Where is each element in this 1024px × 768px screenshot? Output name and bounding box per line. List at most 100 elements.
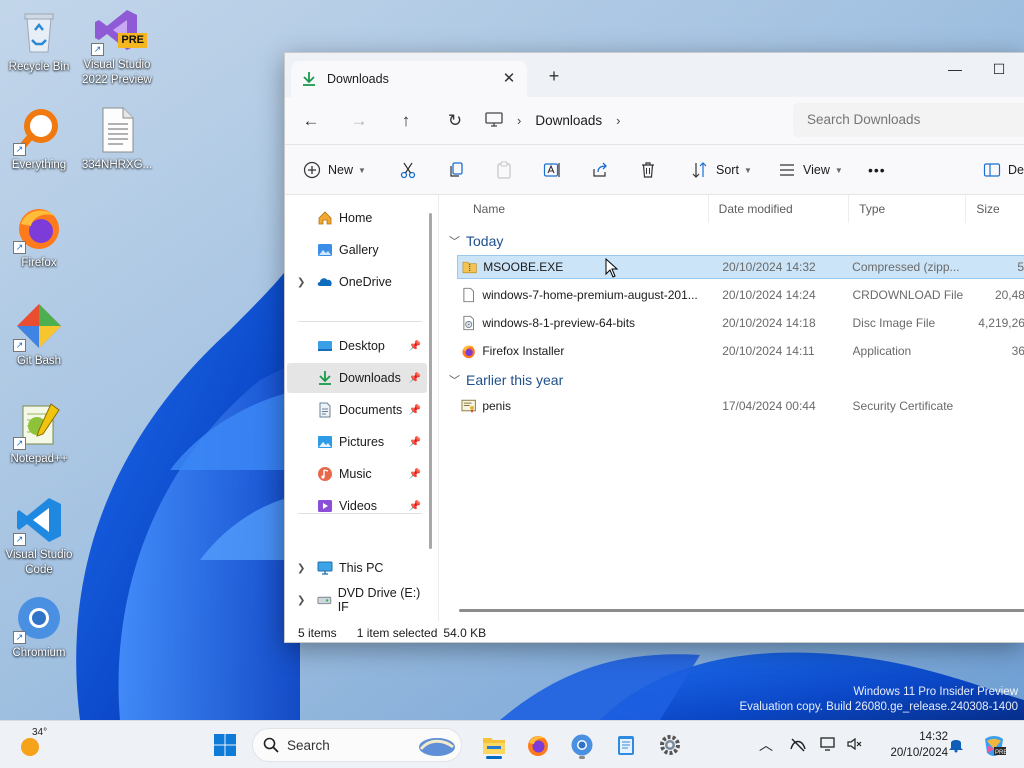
address-bar[interactable]: › Downloads › <box>485 103 785 137</box>
maximize-button[interactable]: ☐ <box>976 57 1022 85</box>
sun-icon <box>21 738 39 756</box>
network-icon[interactable] <box>788 735 808 755</box>
delete-button[interactable] <box>639 157 657 183</box>
column-header-name[interactable]: Name <box>439 195 709 223</box>
title-bar[interactable]: Downloads ✕ + — ☐ <box>285 53 1024 97</box>
taskbar-clock[interactable]: 14:32 20/10/2024 <box>872 729 948 761</box>
desktop-icon-label: Visual Studio 2022 Preview <box>82 59 152 86</box>
pc-icon <box>485 112 503 127</box>
cut-button[interactable] <box>399 157 417 183</box>
start-button[interactable] <box>209 729 241 761</box>
forward-button[interactable]: → <box>345 107 373 135</box>
desktop-icon-recycle-bin[interactable]: Recycle Bin <box>0 8 78 75</box>
group-header-earlier-this-year[interactable]: ﹀ Earlier this year <box>449 368 563 392</box>
details-pane-button[interactable]: Details <box>983 157 1024 183</box>
new-button-label: New <box>328 163 354 177</box>
desktop-icon-everything[interactable]: ↗ Everything <box>0 106 78 173</box>
taskbar-settings[interactable] <box>654 729 686 761</box>
file-date: 20/10/2024 14:11 <box>722 344 815 358</box>
share-button[interactable] <box>591 157 609 183</box>
sidebar-item-label: Downloads <box>339 371 401 385</box>
chevron-right-icon[interactable]: ❯ <box>297 563 305 574</box>
file-row-firefox-installer[interactable]: Firefox Installer 20/10/2024 14:11 Appli… <box>457 339 1024 363</box>
desktop-icon-visual-studio-2022[interactable]: ↗ PRE Visual Studio 2022 Preview <box>78 6 156 88</box>
firefox-icon <box>528 736 548 756</box>
column-header-size[interactable]: Size <box>966 195 1024 223</box>
column-header-type[interactable]: Type <box>849 195 967 223</box>
more-options-button[interactable]: ••• <box>868 157 886 183</box>
sidebar-item-downloads[interactable]: Downloads 📌 <box>287 363 427 393</box>
paste-button[interactable] <box>495 157 513 183</box>
chevron-right-icon[interactable]: ❯ <box>297 277 305 288</box>
shortcut-arrow-icon: ↗ <box>13 241 26 254</box>
shortcut-arrow-icon: ↗ <box>13 533 26 546</box>
sidebar-item-home[interactable]: Home <box>287 203 427 233</box>
copy-button[interactable] <box>447 157 465 183</box>
chevron-down-icon: ▼ <box>358 165 366 175</box>
column-header-date[interactable]: Date modified <box>709 195 850 223</box>
file-date: 20/10/2024 14:24 <box>722 288 816 302</box>
new-tab-button[interactable]: + <box>543 65 565 87</box>
sidebar-item-videos[interactable]: Videos 📌 <box>287 491 427 521</box>
taskbar-notepad[interactable] <box>610 729 642 761</box>
status-bar: 5 items 1 item selected 54.0 KB <box>285 621 1024 642</box>
horizontal-scrollbar[interactable] <box>459 609 1024 612</box>
sidebar-item-onedrive[interactable]: ❯ OneDrive <box>287 267 427 297</box>
back-button[interactable]: ← <box>297 107 325 135</box>
desktop-icon-chromium[interactable]: ↗ Chromium <box>0 594 78 661</box>
text-file-icon <box>93 106 141 154</box>
details-pane-label: Details <box>1008 163 1024 177</box>
sidebar-item-label: OneDrive <box>339 275 392 289</box>
desktop-icon-firefox[interactable]: ↗ Firefox <box>0 204 78 271</box>
desktop-icon-git-bash[interactable]: ↗ Git Bash <box>0 302 78 369</box>
desktop-icon-label: Git Bash <box>16 355 62 367</box>
volume-muted-icon[interactable] <box>845 735 865 755</box>
sidebar-item-music[interactable]: Music 📌 <box>287 459 427 489</box>
details-pane-icon <box>983 163 1001 177</box>
sidebar-item-pictures[interactable]: Pictures 📌 <box>287 427 427 457</box>
search-input[interactable] <box>793 103 1024 137</box>
git-bash-icon: ↗ <box>13 302 63 352</box>
rename-button[interactable] <box>543 157 561 183</box>
new-button[interactable]: New ▼ <box>303 157 366 183</box>
desktop-icon-notepad-plus-plus[interactable]: ↗ Notepad++ <box>0 400 78 467</box>
breadcrumb-downloads[interactable]: Downloads <box>535 113 602 128</box>
copilot-button[interactable]: PRE <box>980 735 1008 756</box>
chevron-right-icon[interactable]: ❯ <box>297 595 305 606</box>
sidebar-item-gallery[interactable]: Gallery <box>287 235 427 265</box>
file-row-windows-7[interactable]: windows-7-home-premium-august-201... 20/… <box>457 283 1024 307</box>
svg-text:PRE: PRE <box>995 750 1006 756</box>
share-icon <box>593 162 607 177</box>
file-row-windows-8[interactable]: windows-8-1-preview-64-bits 20/10/2024 1… <box>457 311 1024 335</box>
sidebar-scrollbar[interactable] <box>429 213 432 549</box>
up-button[interactable]: ↑ <box>392 107 420 135</box>
desktop-icon-text-file[interactable]: 334NHRXG... <box>78 106 156 173</box>
minimize-button[interactable]: — <box>932 57 978 85</box>
view-button[interactable]: View ▼ <box>778 157 843 183</box>
taskbar-chromium[interactable] <box>566 729 598 761</box>
close-tab-icon[interactable]: ✕ <box>501 71 517 87</box>
taskbar-file-explorer[interactable] <box>478 729 510 761</box>
evaluation-watermark: Windows 11 Pro Insider Preview Evaluatio… <box>739 685 1018 715</box>
taskbar-search-box[interactable]: Search <box>252 728 462 762</box>
notification-bell-icon[interactable] <box>946 735 966 755</box>
weather-widget[interactable]: 34° <box>18 727 58 761</box>
file-row-msoobe[interactable]: MSOOBE.EXE 20/10/2024 14:32 Compressed (… <box>457 255 1024 279</box>
show-hidden-icons-button[interactable]: ︿ <box>756 735 776 755</box>
tab-downloads[interactable]: Downloads ✕ <box>291 61 527 97</box>
sidebar-item-desktop[interactable]: Desktop 📌 <box>287 331 427 361</box>
refresh-button[interactable]: ↻ <box>441 107 469 135</box>
desktop-icon-vscode[interactable]: ↗ Visual Studio Code <box>0 496 78 578</box>
pin-icon: 📌 <box>408 404 421 416</box>
taskbar: 34° Search ︿ 14:32 20/10/2024 PRE <box>0 720 1024 768</box>
desktop-icon <box>318 341 332 351</box>
sort-button[interactable]: Sort ▼ <box>691 157 752 183</box>
file-row-certificate[interactable]: penis 17/04/2024 00:44 Security Certific… <box>457 394 1024 418</box>
display-icon[interactable] <box>818 735 838 755</box>
taskbar-firefox[interactable] <box>522 729 554 761</box>
sidebar-item-dvd-drive[interactable]: ❯ DVD Drive (E:) IF <box>287 585 427 615</box>
sidebar-item-documents[interactable]: Documents 📌 <box>287 395 427 425</box>
speaker-muted-icon <box>847 737 862 751</box>
group-header-today[interactable]: ﹀ Today <box>449 229 503 253</box>
sidebar-item-this-pc[interactable]: ❯ This PC <box>287 553 427 583</box>
